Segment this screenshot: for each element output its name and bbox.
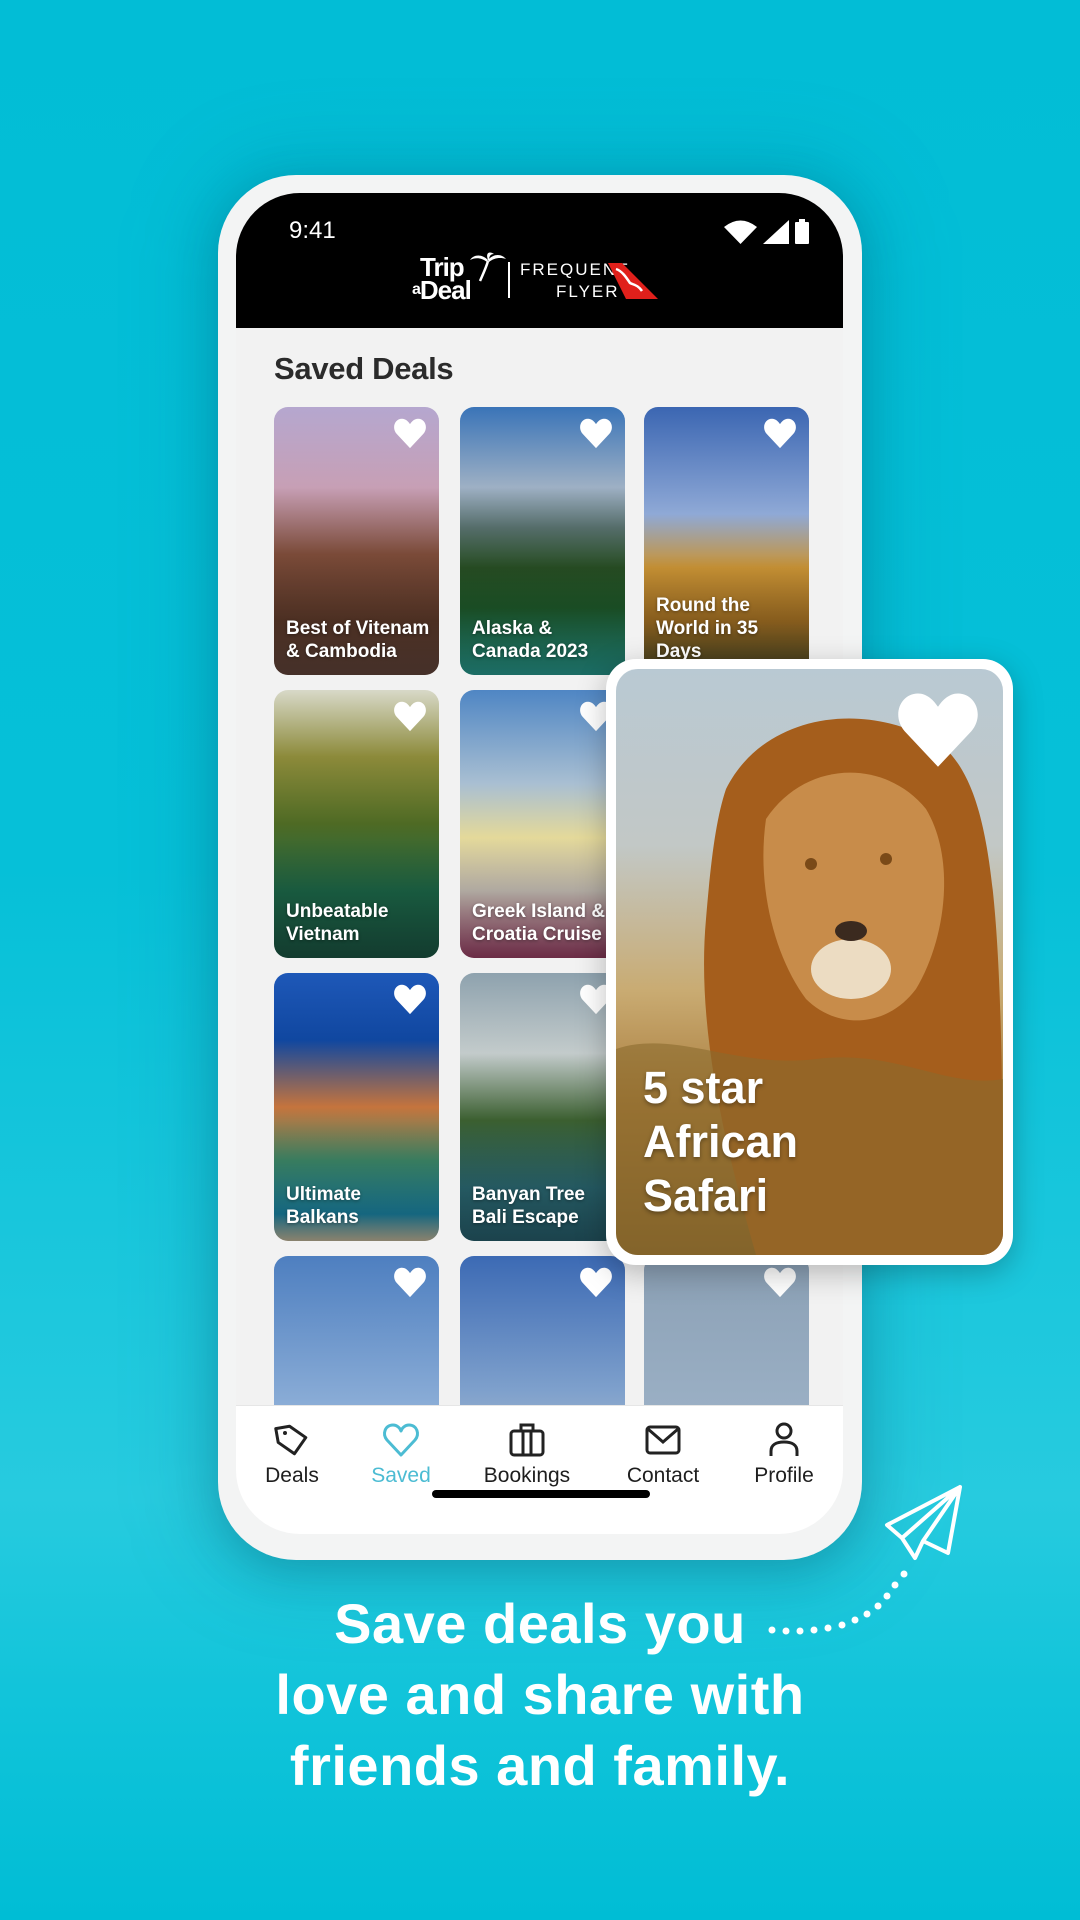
deal-card-title: Alaska & Canada 2023 (472, 618, 589, 662)
tagline: Save deals you love and share with frien… (0, 1588, 1080, 1801)
deal-card[interactable]: Alaska & Canada 2023 (460, 407, 625, 675)
logo-divider (508, 262, 510, 298)
tag-icon (274, 1424, 308, 1456)
status-time: 9:41 (289, 217, 336, 244)
wifi-icon (724, 220, 757, 244)
deal-card[interactable]: Ultimate Balkans (274, 973, 439, 1241)
nav-contact[interactable]: Contact (608, 1420, 718, 1488)
status-icons (724, 219, 809, 244)
deal-card-title: Best of Vitenam & Cambodia (286, 618, 430, 662)
featured-deal-image: 5 star African Safari (616, 669, 1003, 1255)
logo-deal-text: aDeal (412, 275, 472, 305)
deal-card[interactable]: Round the World in 35 Days (644, 407, 809, 675)
nav-deals[interactable]: Deals (237, 1420, 347, 1488)
page-title: Saved Deals (274, 351, 454, 386)
palm-tree-icon (470, 252, 506, 282)
saved-heart-icon[interactable] (392, 983, 428, 1015)
qantas-tail-icon (608, 263, 658, 299)
home-indicator[interactable] (432, 1490, 650, 1498)
logo-deal-word: Deal (419, 275, 472, 305)
nav-bookings[interactable]: Bookings (472, 1420, 582, 1488)
tagline-line: friends and family. (289, 1734, 791, 1797)
nav-saved-label: Saved (371, 1464, 431, 1487)
featured-title-line: African (643, 1116, 799, 1167)
envelope-icon (645, 1425, 681, 1455)
nav-saved[interactable]: Saved (346, 1420, 456, 1488)
saved-heart-icon[interactable] (392, 700, 428, 732)
cellular-signal-icon (763, 220, 789, 244)
deal-card-title: Greek Island & Croatia Cruise (472, 901, 606, 945)
featured-deal-card[interactable]: 5 star African Safari (606, 659, 1013, 1265)
deal-card-title: Ultimate Balkans (286, 1184, 361, 1228)
saved-heart-icon[interactable] (392, 1266, 428, 1298)
nav-bookings-label: Bookings (483, 1464, 571, 1487)
brand-logo: Trip aDeal FREQUENT FLYER (236, 252, 843, 306)
bottom-navigation: Deals Saved Bookings Contact Profile (236, 1405, 843, 1534)
saved-heart-icon[interactable] (578, 1266, 614, 1298)
person-icon (769, 1422, 799, 1456)
tagline-line: love and share with (275, 1663, 805, 1726)
saved-heart-icon[interactable] (893, 689, 983, 769)
tagline-line: Save deals you (334, 1592, 746, 1655)
nav-contact-label: Contact (626, 1464, 700, 1487)
saved-heart-icon[interactable] (762, 1266, 798, 1298)
deal-card[interactable]: Unbeatable Vietnam (274, 690, 439, 958)
deal-card[interactable]: Banyan Tree Bali Escape (460, 973, 625, 1241)
featured-title-line: 5 star (643, 1062, 764, 1113)
logo-a-text: a (412, 281, 421, 298)
saved-heart-icon[interactable] (578, 417, 614, 449)
featured-title-line: Safari (643, 1170, 769, 1221)
deal-card[interactable]: Greek Island & Croatia Cruise (460, 690, 625, 958)
deal-card[interactable]: Best of Vitenam & Cambodia (274, 407, 439, 675)
saved-heart-icon[interactable] (392, 417, 428, 449)
battery-icon (795, 219, 809, 244)
nav-deals-label: Deals (265, 1464, 319, 1487)
deal-card-title: Unbeatable Vietnam (286, 901, 389, 945)
app-header: 9:41 Trip aDeal FREQUENT FLYER (236, 193, 843, 328)
deal-card-title: Banyan Tree Bali Escape (472, 1184, 585, 1228)
featured-deal-title: 5 star African Safari (643, 1061, 798, 1223)
heart-icon (383, 1423, 419, 1457)
deal-card-title: Round the World in 35 Days (656, 595, 759, 662)
saved-heart-icon[interactable] (762, 417, 798, 449)
briefcase-icon (509, 1423, 545, 1457)
nav-profile[interactable]: Profile (729, 1420, 839, 1488)
